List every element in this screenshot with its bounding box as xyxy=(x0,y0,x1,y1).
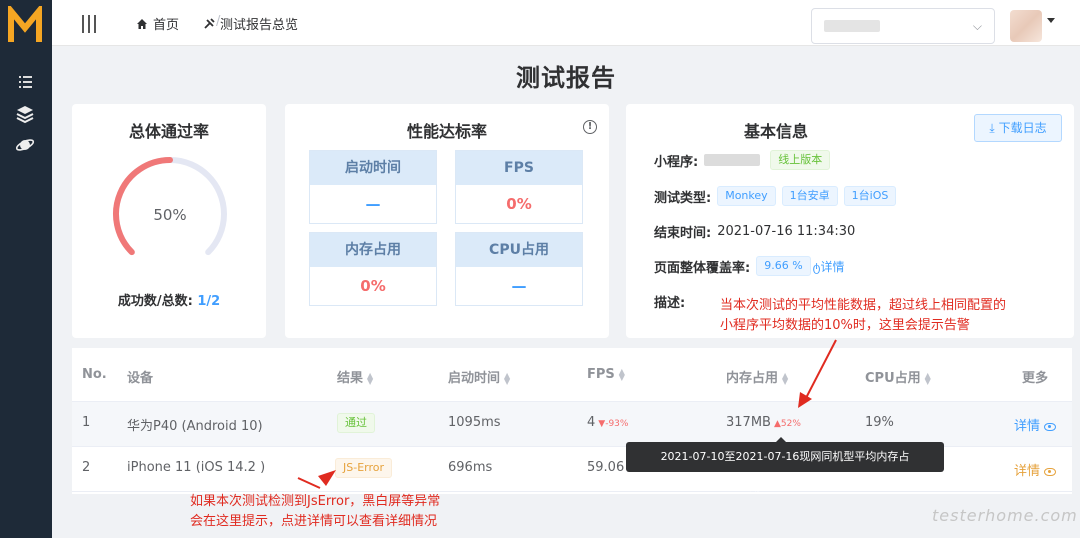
annotation-bottom-line: 如果本次测试检测到JsError，黑白屏等异常 xyxy=(190,494,441,509)
annotation-bottom: 如果本次测试检测到JsError，黑白屏等异常 会在这里提示，点进详情可以查看详… xyxy=(190,492,440,532)
annotation-bottom-line: 会在这里提示，点进详情可以查看详细情况 xyxy=(190,514,438,529)
watermark: testerhome.com xyxy=(932,506,1078,525)
annotation-arrows xyxy=(297,339,837,489)
